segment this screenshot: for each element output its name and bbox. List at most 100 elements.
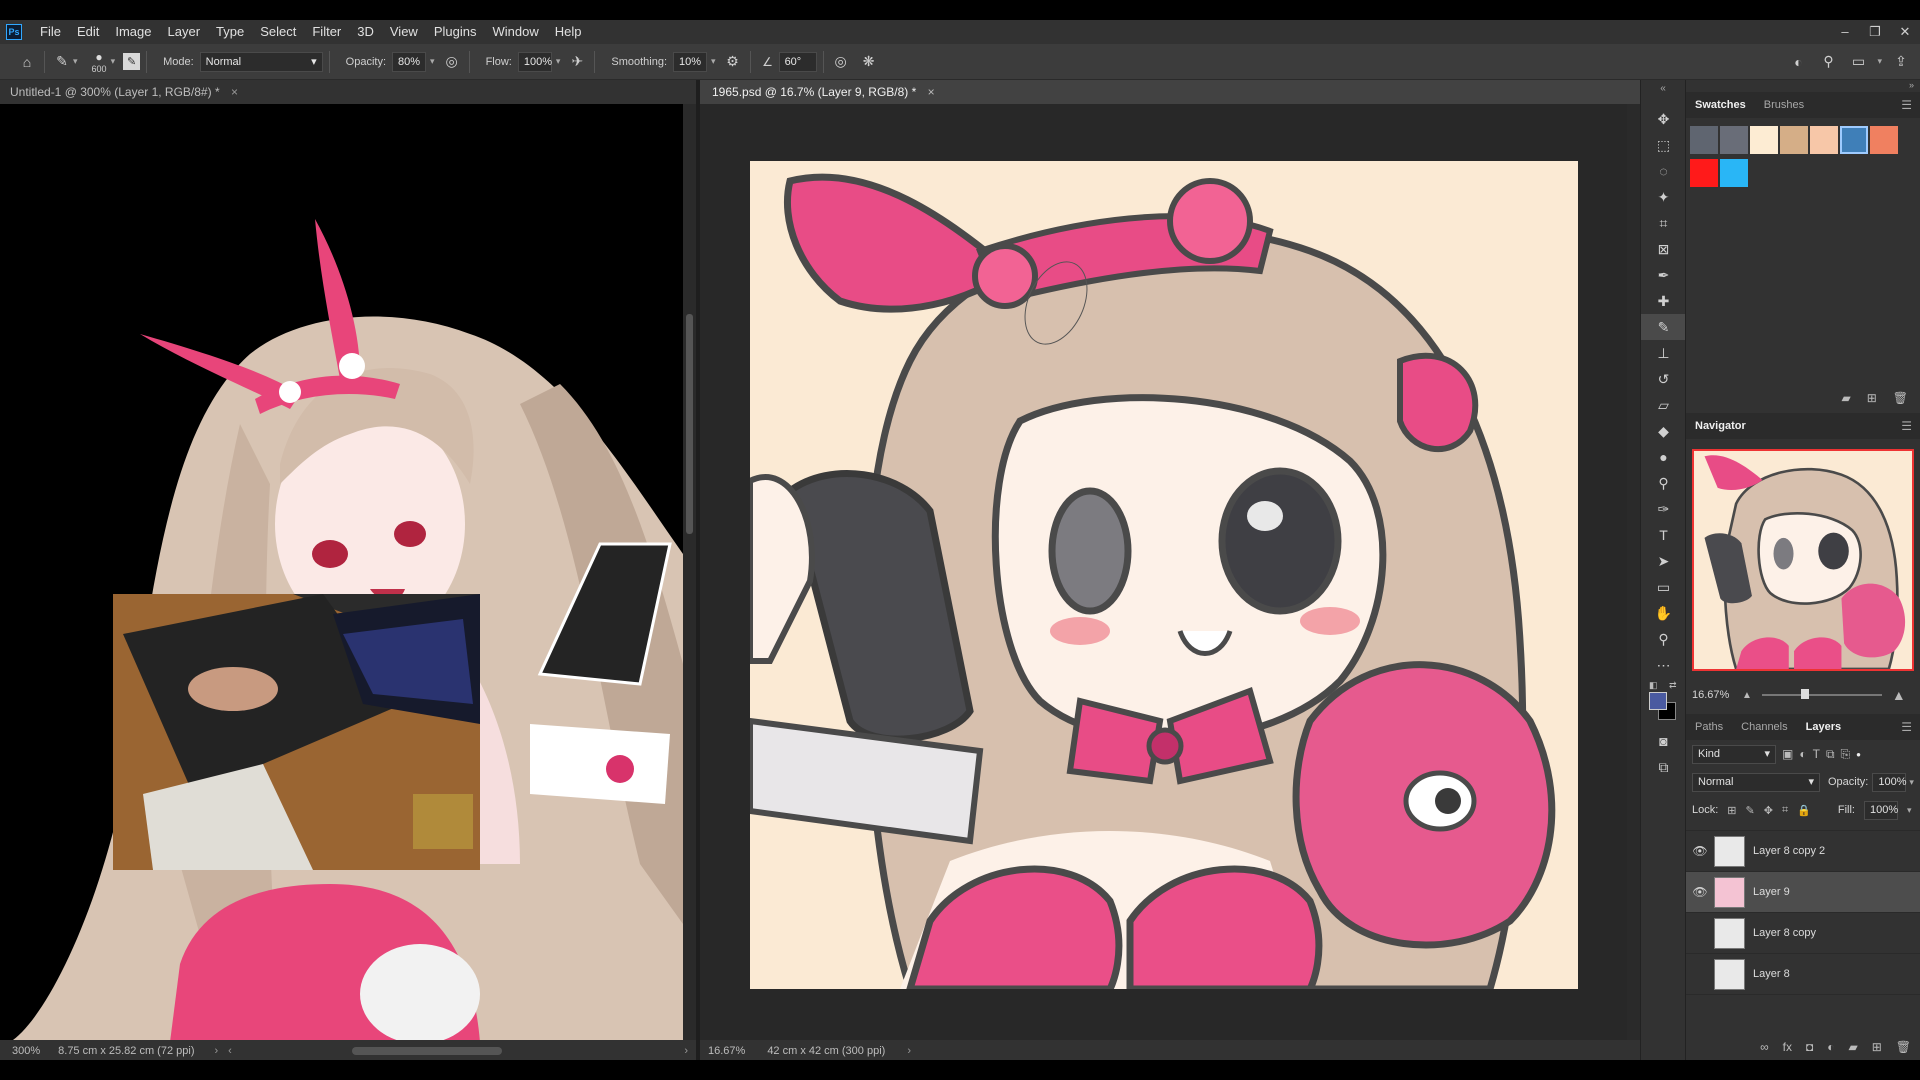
- zoom-level[interactable]: 300%: [12, 1045, 40, 1057]
- collapse-panels-icon[interactable]: »: [1686, 80, 1920, 92]
- shape-filter-icon[interactable]: ⧉: [1826, 747, 1835, 762]
- lock-transparency-icon[interactable]: ⊞: [1727, 804, 1736, 817]
- brush-tool-icon[interactable]: ✎: [51, 51, 73, 73]
- rectangle-tool-icon[interactable]: ▭: [1641, 574, 1686, 600]
- marquee-tool-icon[interactable]: ⬚: [1641, 132, 1686, 158]
- layer-style-icon[interactable]: fx: [1783, 1040, 1792, 1054]
- menu-image[interactable]: Image: [107, 20, 159, 44]
- swatch[interactable]: [1750, 126, 1778, 154]
- history-brush-tool-icon[interactable]: ↺: [1641, 366, 1686, 392]
- smoothing-input[interactable]: 10%: [673, 51, 708, 72]
- layer-name[interactable]: Layer 8: [1753, 968, 1790, 980]
- panel-menu-icon[interactable]: ☰: [1901, 720, 1912, 734]
- menu-help[interactable]: Help: [547, 20, 590, 44]
- trash-icon[interactable]: 🗑: [1896, 1040, 1911, 1054]
- menu-view[interactable]: View: [382, 20, 426, 44]
- pixel-filter-icon[interactable]: ▣: [1782, 747, 1793, 761]
- menu-plugins[interactable]: Plugins: [426, 20, 485, 44]
- chevron-down-icon[interactable]: ▾: [111, 56, 116, 67]
- document-tab-1965[interactable]: 1965.psd @ 16.7% (Layer 9, RGB/8) * ×: [700, 80, 1640, 104]
- layer-opacity-input[interactable]: 100%: [1872, 772, 1907, 792]
- swatch[interactable]: [1720, 159, 1748, 187]
- frame-tool-icon[interactable]: ⊠: [1641, 236, 1686, 262]
- chevron-down-icon[interactable]: ▾: [430, 56, 435, 67]
- opacity-input[interactable]: 80%: [392, 51, 427, 72]
- layer-row[interactable]: Layer 8: [1686, 954, 1920, 995]
- layer-name[interactable]: Layer 8 copy 2: [1753, 845, 1825, 857]
- trash-icon[interactable]: 🗑: [1893, 391, 1908, 405]
- layer-row-selected[interactable]: 👁 Layer 9: [1686, 872, 1920, 913]
- pressure-opacity-icon[interactable]: ◎: [441, 51, 463, 73]
- eyedropper-tool-icon[interactable]: ✒: [1641, 262, 1686, 288]
- close-window-button[interactable]: ✕: [1890, 20, 1920, 44]
- angle-input[interactable]: 60°: [778, 51, 817, 72]
- scrollbar-thumb[interactable]: [686, 314, 693, 534]
- chevron-down-icon[interactable]: ▾: [1909, 777, 1914, 788]
- swap-colors-icon[interactable]: ⇄: [1669, 680, 1677, 691]
- layer-mask-icon[interactable]: ◘: [1806, 1040, 1813, 1054]
- menu-select[interactable]: Select: [252, 20, 304, 44]
- horizontal-scrollbar-thumb[interactable]: [351, 1047, 502, 1055]
- pressure-size-icon[interactable]: ◎: [830, 51, 852, 73]
- mode-dropdown[interactable]: Normal ▾: [199, 51, 323, 72]
- slider-handle[interactable]: [1800, 689, 1809, 699]
- vertical-scrollbar-doc2[interactable]: [1627, 104, 1640, 1040]
- adjustment-filter-icon[interactable]: ◐: [1799, 747, 1806, 761]
- eraser-tool-icon[interactable]: ▱: [1641, 392, 1686, 418]
- default-colors-icon[interactable]: ◧: [1649, 680, 1658, 691]
- navigator-zoom-value[interactable]: 16.67%: [1692, 689, 1742, 701]
- chevron-right-icon[interactable]: ›: [907, 1045, 911, 1057]
- gear-icon[interactable]: ⚙: [722, 51, 744, 73]
- menu-file[interactable]: File: [32, 20, 69, 44]
- paint-bucket-tool-icon[interactable]: ◆: [1641, 418, 1686, 444]
- group-folder-icon[interactable]: ▰: [1848, 1040, 1857, 1054]
- swatch[interactable]: [1780, 126, 1808, 154]
- hand-tool-icon[interactable]: ✋: [1641, 600, 1686, 626]
- document-tab-untitled[interactable]: Untitled-1 @ 300% (Layer 1, RGB/8#) * ×: [0, 80, 696, 104]
- healing-brush-tool-icon[interactable]: ✚: [1641, 288, 1686, 314]
- chevron-right-icon[interactable]: ›: [214, 1045, 218, 1057]
- layer-name[interactable]: Layer 9: [1753, 886, 1790, 898]
- chevron-down-icon[interactable]: ▾: [1907, 805, 1912, 816]
- type-tool-icon[interactable]: T: [1641, 522, 1686, 548]
- kind-filter-dropdown[interactable]: Kind ▾: [1692, 744, 1776, 764]
- menu-type[interactable]: Type: [208, 20, 252, 44]
- navigator-zoom-slider[interactable]: [1761, 689, 1882, 699]
- navigator-title[interactable]: Navigator: [1686, 413, 1755, 439]
- swatch[interactable]: [1840, 126, 1868, 154]
- layer-row[interactable]: Layer 8 copy: [1686, 913, 1920, 954]
- airbrush-icon[interactable]: ✈: [566, 51, 588, 73]
- search-icon[interactable]: ⚲: [1817, 51, 1839, 73]
- pen-tool-icon[interactable]: ✑: [1641, 496, 1686, 522]
- panel-menu-icon[interactable]: ☰: [1901, 419, 1912, 433]
- lasso-tool-icon[interactable]: ◌: [1641, 158, 1686, 184]
- foreground-color-swatch[interactable]: [1649, 692, 1667, 710]
- flow-input[interactable]: 100%: [517, 51, 552, 72]
- chevron-left-icon[interactable]: ‹: [228, 1045, 232, 1057]
- move-tool-icon[interactable]: ✥: [1641, 106, 1686, 132]
- minimize-button[interactable]: –: [1830, 20, 1860, 44]
- tab-swatches[interactable]: Swatches: [1686, 92, 1755, 118]
- share-icon[interactable]: ⇪: [1890, 51, 1912, 73]
- filter-toggle-icon[interactable]: ●: [1856, 750, 1861, 759]
- close-icon[interactable]: ×: [231, 85, 238, 99]
- swatch[interactable]: [1720, 126, 1748, 154]
- fill-input[interactable]: 100%: [1863, 800, 1898, 820]
- chevron-down-icon[interactable]: ▾: [556, 56, 561, 67]
- chevron-down-icon[interactable]: ▾: [711, 56, 716, 67]
- chevron-down-icon[interactable]: ▾: [73, 56, 78, 67]
- blur-tool-icon[interactable]: ●: [1641, 444, 1686, 470]
- zoom-level[interactable]: 16.67%: [708, 1045, 745, 1057]
- new-swatch-icon[interactable]: ⊞: [1867, 391, 1877, 405]
- lock-artboard-icon[interactable]: ⌗: [1782, 804, 1788, 817]
- swatch[interactable]: [1690, 126, 1718, 154]
- tab-channels[interactable]: Channels: [1732, 714, 1796, 740]
- chevron-right-icon[interactable]: ›: [684, 1045, 688, 1057]
- collapse-toolbar-icon[interactable]: «: [1641, 80, 1685, 106]
- smart-object-filter-icon[interactable]: ⎘: [1841, 747, 1851, 762]
- vertical-scrollbar-doc1[interactable]: [683, 104, 696, 1042]
- zoom-tool-icon[interactable]: ⚲: [1641, 626, 1686, 652]
- document-canvas-1965[interactable]: [700, 104, 1627, 1040]
- navigator-preview[interactable]: [1692, 449, 1914, 671]
- menu-edit[interactable]: Edit: [69, 20, 107, 44]
